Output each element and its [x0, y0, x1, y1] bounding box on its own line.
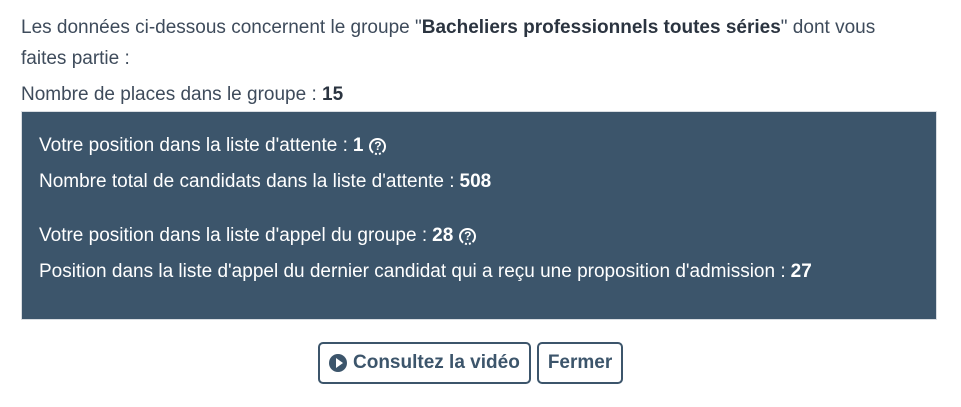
group-info-section: Les données ci-dessous concernent le gro…	[21, 12, 941, 320]
waitlist-info-panel: Votre position dans la liste d'attente :…	[21, 111, 937, 320]
help-icon[interactable]: ?	[369, 137, 387, 155]
waitlist-position-line: Votre position dans la liste d'attente :…	[39, 134, 936, 158]
intro-line2: faites partie :	[21, 48, 130, 69]
action-buttons: Consultez la vidéo Fermer	[318, 342, 624, 384]
play-icon	[329, 354, 347, 372]
places-value: 15	[322, 84, 344, 105]
waitlist-total-label: Nombre total de candidats dans la liste …	[39, 171, 455, 192]
last-admitted-label: Position dans la liste d'appel du dernie…	[39, 261, 786, 282]
watch-video-label: Consultez la vidéo	[353, 352, 520, 373]
places-label: Nombre de places dans le groupe :	[21, 84, 317, 105]
last-admitted-value: 27	[790, 261, 812, 282]
waitlist-position-label: Votre position dans la liste d'attente :	[39, 135, 348, 156]
close-button[interactable]: Fermer	[536, 342, 624, 384]
waitlist-total-line: Nombre total de candidats dans la liste …	[39, 170, 936, 194]
help-icon[interactable]: ?	[459, 227, 477, 245]
group-name: Bacheliers professionnels toutes séries	[421, 17, 781, 38]
intro-prefix: Les données ci-dessous concernent le gro…	[21, 17, 422, 38]
places-count: Nombre de places dans le groupe : 15	[21, 82, 941, 108]
call-position-line: Votre position dans la liste d'appel du …	[39, 224, 936, 248]
call-position-value: 28	[432, 225, 454, 246]
call-position-label: Votre position dans la liste d'appel du …	[39, 225, 428, 246]
watch-video-button[interactable]: Consultez la vidéo	[318, 342, 531, 384]
close-label: Fermer	[547, 352, 613, 373]
intro-suffix: " dont vous	[780, 17, 876, 38]
waitlist-total-value: 508	[459, 171, 492, 192]
last-admitted-line: Position dans la liste d'appel du dernie…	[39, 260, 936, 284]
intro-text: Les données ci-dessous concernent le gro…	[21, 12, 941, 74]
waitlist-position-value: 1	[352, 135, 364, 156]
